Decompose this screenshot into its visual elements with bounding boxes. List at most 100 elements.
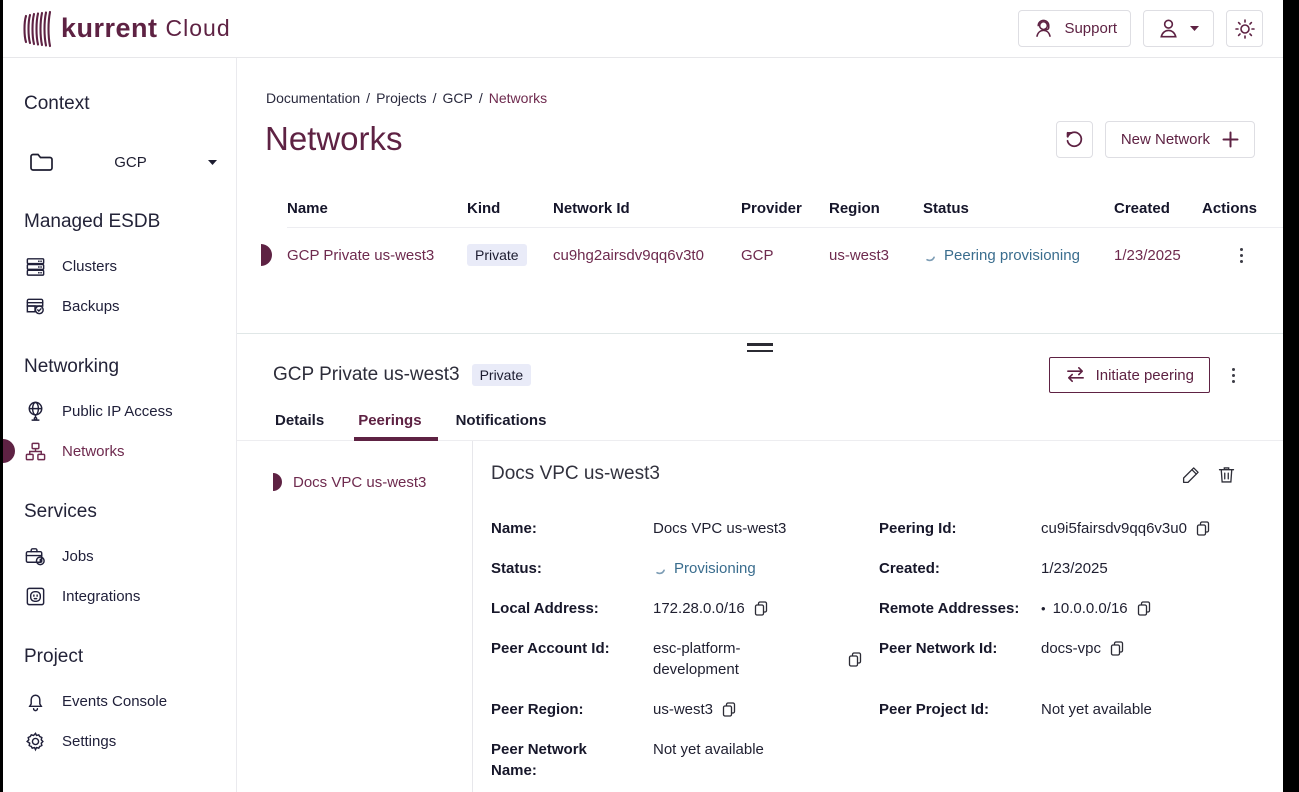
new-network-button[interactable]: New Network	[1105, 121, 1255, 158]
cell-network-id: cu9hg2airsdv9qq6v3t0	[553, 247, 741, 264]
field-label: Peer Project Id:	[879, 699, 1041, 720]
main-content: Documentation/Projects/GCP/Networks Netw…	[237, 58, 1283, 792]
selected-peering-indicator	[273, 473, 282, 491]
breadcrumb-gcp[interactable]: GCP	[443, 90, 473, 106]
cell-region: us-west3	[829, 247, 923, 264]
row-actions-kebab[interactable]	[1236, 244, 1247, 267]
theme-toggle-button[interactable]	[1226, 10, 1263, 47]
peering-list-item[interactable]: Docs VPC us-west3	[237, 467, 472, 497]
breadcrumb-separator: /	[479, 90, 483, 106]
sidebar-item-label: Integrations	[62, 588, 140, 605]
breadcrumb-separator: /	[433, 90, 437, 106]
copy-icon[interactable]	[1137, 601, 1151, 616]
field-label: Peer Network Id:	[879, 638, 1041, 659]
copy-icon[interactable]	[1196, 521, 1210, 536]
breadcrumb-networks: Networks	[489, 90, 547, 106]
field-value: Not yet available	[1041, 699, 1152, 720]
field-value: 1/23/2025	[1041, 558, 1108, 579]
sidebar-item-public-ip-access[interactable]: Public IP Access	[24, 391, 236, 431]
peerings-content: Docs VPC us-west3 Docs VPC us-west3	[237, 441, 1283, 792]
field-local-address: Local Address: 172.28.0.0/16	[491, 598, 879, 619]
peering-detail-header: Docs VPC us-west3	[491, 463, 1237, 485]
field-value: Not yet available	[653, 739, 764, 760]
breadcrumb-documentation[interactable]: Documentation	[266, 90, 360, 106]
gear-icon	[24, 730, 47, 753]
user-icon	[1157, 17, 1180, 40]
sidebar-item-label: Clusters	[62, 258, 117, 275]
table-row[interactable]: GCP Private us-west3 Private cu9hg2airsd…	[287, 228, 1283, 282]
column-header-network-id: Network Id	[553, 200, 741, 217]
logo-waves-icon	[23, 10, 53, 48]
panel-header: GCP Private us-west3 Private Initiate pe…	[237, 352, 1283, 396]
spinner-icon	[653, 562, 666, 575]
field-label: Status:	[491, 558, 653, 579]
column-header-kind: Kind	[467, 200, 553, 217]
panel-kebab-menu[interactable]	[1228, 364, 1239, 387]
sidebar-section-networking: Networking Public IP Access	[24, 355, 236, 471]
field-label: Name:	[491, 518, 653, 539]
tab-notifications[interactable]: Notifications	[454, 406, 549, 440]
context-selector[interactable]: GCP	[29, 143, 218, 181]
sidebar-item-clusters[interactable]: Clusters	[24, 246, 236, 286]
kurrent-cloud-logo: kurrent Cloud	[23, 10, 231, 48]
panel-tabs: Details Peerings Notifications	[237, 406, 1283, 441]
field-status: Status: Provisioning	[491, 558, 879, 579]
page-title: Networks	[265, 120, 403, 158]
field-created: Created: 1/23/2025	[879, 558, 1237, 579]
copy-icon[interactable]	[754, 601, 768, 616]
field-value: docs-vpc	[1041, 638, 1101, 659]
topbar-actions: Support	[1018, 10, 1263, 47]
sidebar-heading-context: Context	[24, 92, 236, 116]
top-bar: kurrent Cloud Support	[3, 0, 1283, 58]
active-item-indicator	[3, 439, 15, 463]
sidebar-item-label: Public IP Access	[62, 403, 173, 420]
field-remote-addresses: Remote Addresses: • 10.0.0.0/16	[879, 598, 1237, 619]
field-peer-account-id: Peer Account Id: esc-platform-developmen…	[491, 638, 879, 680]
swap-arrows-icon	[1065, 367, 1086, 383]
copy-icon[interactable]	[848, 652, 862, 667]
sidebar-heading: Project	[24, 645, 236, 669]
refresh-icon	[1064, 129, 1085, 150]
trash-icon	[1216, 464, 1237, 485]
sidebar-item-events-console[interactable]: Events Console	[24, 681, 236, 721]
cell-name[interactable]: GCP Private us-west3	[287, 247, 467, 264]
sidebar-item-jobs[interactable]: Jobs	[24, 536, 236, 576]
globe-icon	[24, 400, 47, 423]
delete-peering-button[interactable]	[1216, 464, 1237, 485]
cell-created: 1/23/2025	[1114, 247, 1202, 264]
field-label: Local Address:	[491, 598, 653, 619]
tab-details[interactable]: Details	[273, 406, 326, 440]
edit-peering-button[interactable]	[1181, 464, 1202, 485]
cell-status: Peering provisioning	[923, 247, 1114, 264]
peering-detail: Docs VPC us-west3	[473, 441, 1283, 792]
support-headset-icon	[1032, 17, 1055, 40]
tab-peerings[interactable]: Peerings	[356, 406, 423, 440]
copy-icon[interactable]	[722, 702, 736, 717]
column-header-created: Created	[1114, 200, 1202, 217]
column-header-name: Name	[287, 200, 467, 217]
sidebar-item-settings[interactable]: Settings	[24, 721, 236, 761]
account-menu-button[interactable]	[1143, 10, 1214, 47]
logo-text: kurrent	[61, 13, 158, 44]
sidebar-section-managed-esdb: Managed ESDB Clusters	[24, 210, 236, 326]
field-label: Created:	[879, 558, 1041, 579]
kind-badge: Private	[467, 244, 527, 266]
field-value: Docs VPC us-west3	[653, 518, 786, 539]
page-actions: New Network	[1056, 121, 1255, 158]
field-value: 172.28.0.0/16	[653, 598, 745, 619]
support-button[interactable]: Support	[1018, 10, 1131, 47]
sidebar-item-integrations[interactable]: Integrations	[24, 576, 236, 616]
chevron-down-icon	[1189, 25, 1200, 32]
copy-icon[interactable]	[1110, 641, 1124, 656]
initiate-peering-button[interactable]: Initiate peering	[1049, 357, 1210, 393]
breadcrumb-projects[interactable]: Projects	[376, 90, 427, 106]
column-header-actions: Actions	[1202, 200, 1255, 217]
sidebar-item-backups[interactable]: Backups	[24, 286, 236, 326]
refresh-button[interactable]	[1056, 121, 1093, 158]
networks-icon	[24, 440, 47, 463]
panel-kind-badge: Private	[472, 364, 532, 386]
sidebar-item-label: Backups	[62, 298, 120, 315]
sidebar-item-networks[interactable]: Networks	[24, 431, 236, 471]
panel-resize-handle[interactable]	[747, 343, 773, 352]
status-text: Peering provisioning	[944, 247, 1080, 264]
